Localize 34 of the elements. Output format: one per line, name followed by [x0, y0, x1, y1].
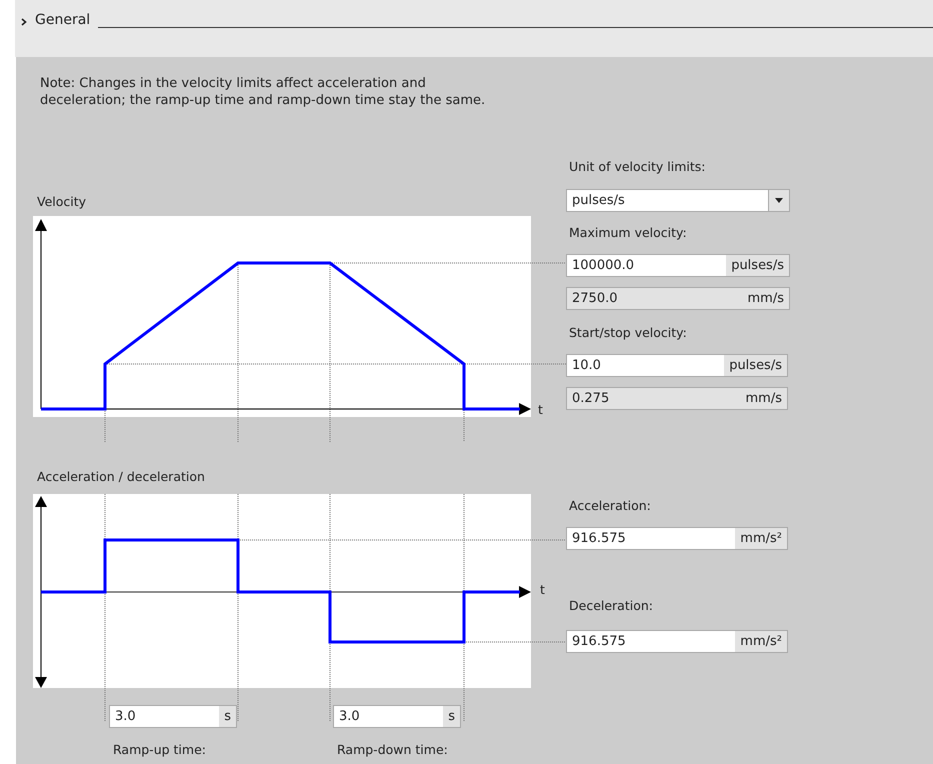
time-field[interactable]: 3.0 s — [333, 705, 461, 728]
field-label: Ramp-up time: — [113, 742, 206, 757]
unit-label: mm/s — [744, 390, 783, 408]
unit-label: s — [219, 706, 236, 727]
dropdown-arrow-icon — [775, 198, 783, 203]
note-text: Note: Changes in the velocity limits affect acceleration and deceleration; the ramp-up time and ramp-down time stay the same. — [40, 75, 486, 109]
field-label: Maximum velocity: — [569, 225, 687, 240]
unit-label: s — [443, 706, 460, 727]
velocity-field[interactable]: 100000.0 pulses/s — [566, 254, 790, 277]
unit-label: mm/s² — [735, 528, 787, 549]
axis-label: t — [540, 582, 545, 597]
unit-label: mm/s² — [735, 631, 787, 652]
axis-arrowhead-icon — [519, 403, 531, 415]
velocity-field[interactable]: 10.0 pulses/s — [566, 354, 788, 377]
unit-label: mm/s — [746, 290, 785, 308]
time-field[interactable]: 3.0 s — [109, 705, 237, 728]
field-label: Unit of velocity limits: — [569, 159, 706, 174]
unit-dropdown[interactable]: pulses/s — [566, 189, 790, 212]
acceleration-field[interactable]: 916.575 mm/s² — [566, 527, 788, 550]
deceleration-field[interactable]: 916.575 mm/s² — [566, 630, 788, 653]
unit-label: pulses/s — [726, 255, 789, 276]
chart-title: Acceleration / deceleration — [37, 469, 205, 484]
chevron-icon[interactable] — [21, 18, 27, 26]
section-title: General — [35, 12, 90, 28]
chart-title: Velocity — [37, 194, 86, 209]
field-label: Start/stop velocity: — [569, 325, 687, 340]
readonly-field: 0.275 mm/s — [566, 387, 788, 410]
field-label: Ramp-down time: — [337, 742, 448, 757]
axis-arrowhead-icon — [519, 586, 531, 598]
field-label: Acceleration: — [569, 498, 651, 513]
field-label: Deceleration: — [569, 598, 653, 613]
unit-label: pulses/s — [724, 355, 787, 376]
axis-label: t — [538, 402, 543, 417]
readonly-field: 2750.0 mm/s — [566, 287, 790, 310]
